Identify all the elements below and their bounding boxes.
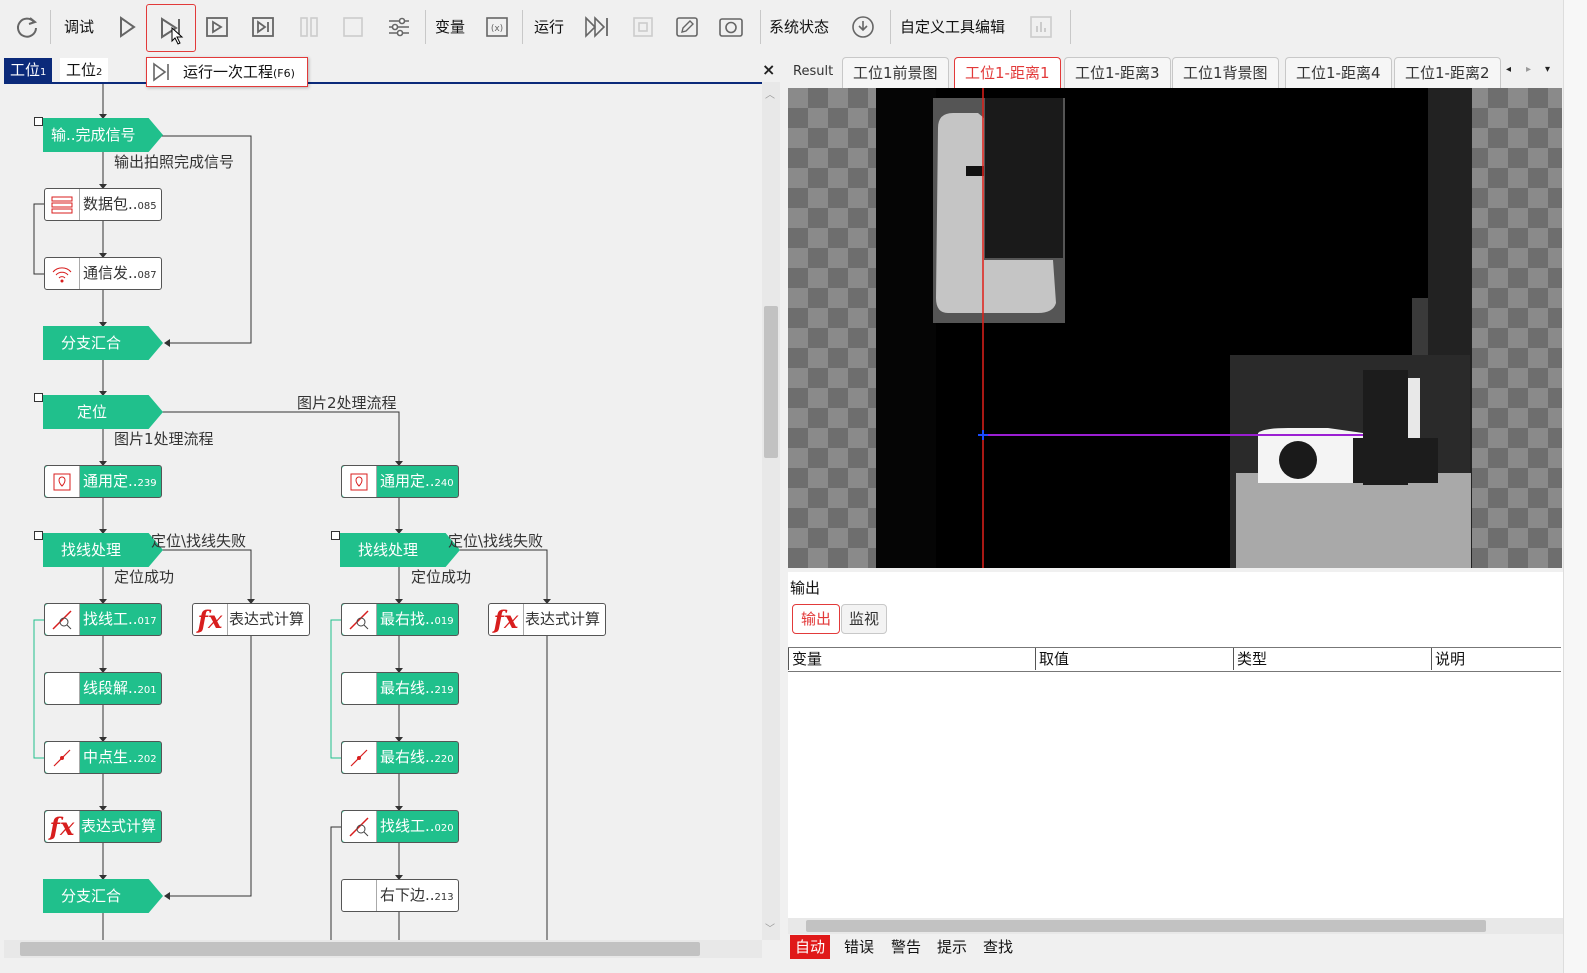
midpoint-node[interactable]: 中点生..202	[44, 741, 162, 774]
segment-node[interactable]: 线段解..201	[44, 672, 162, 705]
column-header-type[interactable]: 类型	[1233, 648, 1431, 670]
collapse-toggle[interactable]	[331, 531, 340, 540]
tab-scroll-left-icon[interactable]: ◂	[1506, 64, 1511, 75]
image-viewer[interactable]	[788, 88, 1562, 568]
tab-search[interactable]: 查找	[978, 935, 1018, 959]
tab-foreground[interactable]: 工位1前景图	[842, 57, 949, 88]
flow-horizontal-scrollbar[interactable]	[4, 940, 762, 958]
tooltip-text: 运行一次工程(F6)	[183, 63, 295, 81]
branch-merge-node[interactable]: 分支汇合	[43, 326, 163, 360]
tab-scroll-right-icon[interactable]: ▸	[1526, 64, 1531, 75]
output-panel	[788, 572, 1563, 938]
comm-send-node[interactable]: 通信发..087	[44, 257, 162, 290]
edge-label: 输出拍照完成信号	[114, 153, 235, 171]
run-once-tooltip: 运行一次工程(F6)	[146, 57, 308, 87]
find-line-icon	[342, 811, 377, 842]
midpoint-icon	[342, 742, 377, 773]
scroll-thumb[interactable]	[764, 306, 778, 458]
tab-menu-icon[interactable]: ▾	[1545, 64, 1550, 75]
scroll-down-icon[interactable]: ﹀	[765, 920, 775, 935]
tab-distance-1[interactable]: 工位1-距离1	[954, 57, 1061, 88]
edge-label: 定位成功	[114, 568, 175, 586]
custom-tool-edit-label[interactable]: 自定义工具编辑	[900, 16, 1005, 37]
expression-calc-node[interactable]: fx 表达式计算	[44, 810, 162, 843]
edge-label: 图片2处理流程	[297, 394, 397, 412]
chart-icon[interactable]	[1026, 12, 1056, 42]
rightmost-line-node[interactable]: 最右线..220	[341, 741, 459, 774]
fx-icon: fx	[45, 811, 80, 842]
column-header-variable[interactable]: 变量	[788, 648, 1035, 670]
scroll-thumb[interactable]	[20, 942, 700, 956]
collapse-toggle[interactable]	[34, 531, 43, 540]
wifi-icon	[45, 258, 80, 289]
collapse-toggle[interactable]	[34, 117, 43, 126]
window-edge	[1563, 0, 1587, 973]
bottom-right-edge-node[interactable]: 右下边..213	[341, 879, 459, 912]
flow-vertical-scrollbar[interactable]: ︿ ﹀	[762, 82, 780, 940]
find-line-tool-node[interactable]: 找线工..017	[44, 603, 162, 636]
tab-distance-2[interactable]: 工位1-距离2	[1394, 57, 1501, 88]
general-locate-node[interactable]: 通用定..240	[341, 465, 459, 498]
tab-warnings[interactable]: 警告	[886, 935, 926, 959]
line-icon	[342, 673, 377, 704]
find-line-icon	[342, 604, 377, 635]
expression-calc-node[interactable]: fx 表达式计算	[488, 603, 606, 636]
output-horizontal-scrollbar[interactable]	[788, 918, 1563, 934]
fx-icon: fx	[193, 604, 228, 635]
tab-distance-4[interactable]: 工位1-距离4	[1285, 57, 1392, 88]
branch-merge-node[interactable]: 分支汇合	[43, 879, 163, 913]
inspection-image	[876, 88, 1472, 568]
tab-monitor[interactable]: 监视	[841, 604, 887, 634]
find-line-branch-node[interactable]: 找线处理	[340, 533, 460, 567]
data-packet-icon	[45, 189, 80, 220]
column-header-value[interactable]: 取值	[1035, 648, 1233, 670]
find-line-tool-node[interactable]: 找线工..020	[341, 810, 459, 843]
edge-icon	[342, 880, 377, 911]
scroll-thumb[interactable]	[806, 920, 1486, 932]
expression-calc-node[interactable]: fx 表达式计算	[192, 603, 310, 636]
edge-label: 定位\找线失败	[448, 532, 544, 550]
edge-label: 定位成功	[411, 568, 472, 586]
scroll-up-icon[interactable]: ︿	[765, 86, 775, 101]
tab-errors[interactable]: 错误	[839, 935, 879, 959]
rightmost-line-node[interactable]: 最右线..219	[341, 672, 459, 705]
column-header-description[interactable]: 说明	[1431, 648, 1561, 670]
output-signal-node[interactable]: 输..完成信号	[43, 118, 163, 152]
output-title: 输出	[790, 579, 821, 597]
general-locate-node[interactable]: 通用定..239	[44, 465, 162, 498]
tab-distance-3[interactable]: 工位1-距离3	[1064, 57, 1171, 88]
find-line-icon	[45, 604, 80, 635]
tab-output[interactable]: 输出	[792, 604, 840, 634]
fx-icon: fx	[489, 604, 524, 635]
location-pin-icon	[342, 466, 377, 497]
data-packet-node[interactable]: 数据包..085	[44, 188, 162, 221]
system-status-icon[interactable]	[848, 12, 878, 42]
edge-label: 图片1处理流程	[114, 430, 214, 448]
segment-icon	[45, 673, 80, 704]
tab-background[interactable]: 工位1背景图	[1172, 57, 1279, 88]
rightmost-find-node[interactable]: 最右找..019	[341, 603, 459, 636]
tab-hints[interactable]: 提示	[932, 935, 972, 959]
find-line-branch-node[interactable]: 找线处理	[43, 533, 163, 567]
locate-node[interactable]: 定位	[43, 395, 163, 429]
midpoint-icon	[45, 742, 80, 773]
collapse-toggle[interactable]	[34, 393, 43, 402]
location-pin-icon	[45, 466, 80, 497]
tab-result[interactable]: Result	[787, 57, 839, 87]
tab-auto[interactable]: 自动	[790, 935, 831, 959]
edge-label: 定位\找线失败	[151, 532, 247, 550]
run-once-icon	[153, 62, 169, 82]
